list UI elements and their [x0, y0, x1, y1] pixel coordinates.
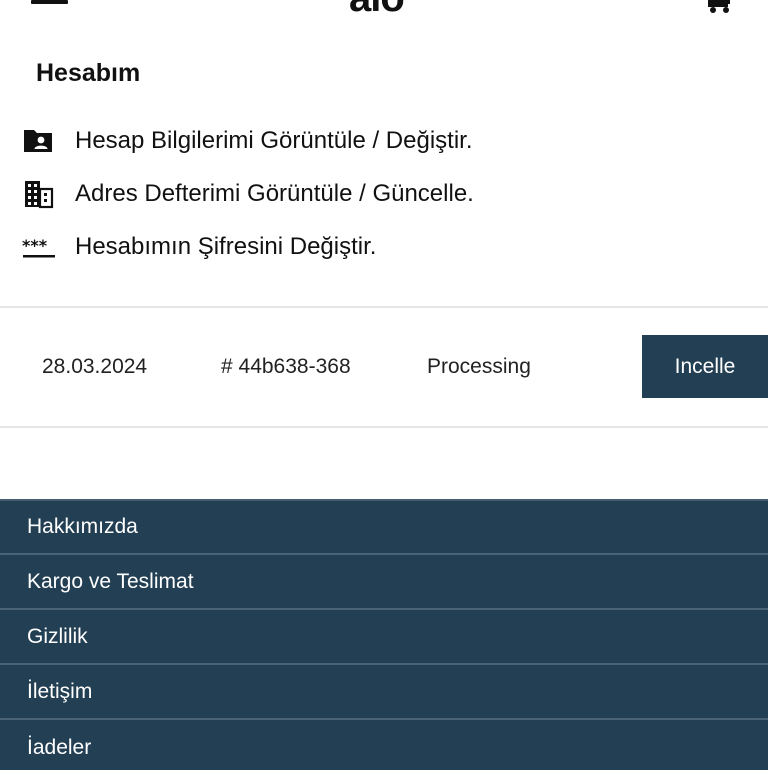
footer: Hakkımızda Kargo ve Teslimat Gizlilik İl… — [0, 499, 768, 770]
svg-text:***: *** — [22, 236, 48, 255]
account-info-link[interactable]: Hesap Bilgilerimi Görüntüle / Değiştir. — [22, 126, 722, 156]
order-date: 28.03.2024 — [42, 355, 148, 378]
change-password-link[interactable]: *** Hesabımın Şifresini Değiştir. — [22, 232, 722, 262]
footer-link-shipping[interactable]: Kargo ve Teslimat — [0, 556, 768, 610]
folder-user-icon — [22, 126, 56, 156]
hamburger-icon[interactable] — [31, 0, 68, 6]
divider — [0, 426, 768, 428]
logo[interactable]: alo — [349, 0, 405, 18]
password-icon: *** — [22, 232, 56, 262]
footer-link-returns[interactable]: İadeler — [0, 721, 768, 775]
footer-link-privacy[interactable]: Gizlilik — [0, 611, 768, 665]
inspect-order-button[interactable]: Incelle — [642, 335, 768, 398]
change-password-label: Hesabımın Şifresini Değiştir. — [75, 233, 377, 260]
building-icon — [22, 179, 56, 209]
address-book-label: Adres Defterimi Görüntüle / Güncelle. — [75, 180, 474, 207]
account-info-label: Hesap Bilgilerimi Görüntüle / Değiştir. — [75, 127, 473, 154]
order-id: # 44b638-368 — [221, 355, 351, 378]
top-header: alo — [0, 0, 768, 20]
order-status: Processing — [427, 355, 531, 378]
footer-link-about[interactable]: Hakkımızda — [0, 501, 768, 555]
address-book-link[interactable]: Adres Defterimi Görüntüle / Güncelle. — [22, 179, 722, 209]
cart-icon[interactable] — [705, 0, 735, 14]
divider — [0, 306, 768, 308]
footer-link-contact[interactable]: İletişim — [0, 666, 768, 720]
order-row: 28.03.2024 # 44b638-368 Processing Incel… — [0, 309, 768, 426]
page-title: Hesabım — [36, 59, 141, 87]
